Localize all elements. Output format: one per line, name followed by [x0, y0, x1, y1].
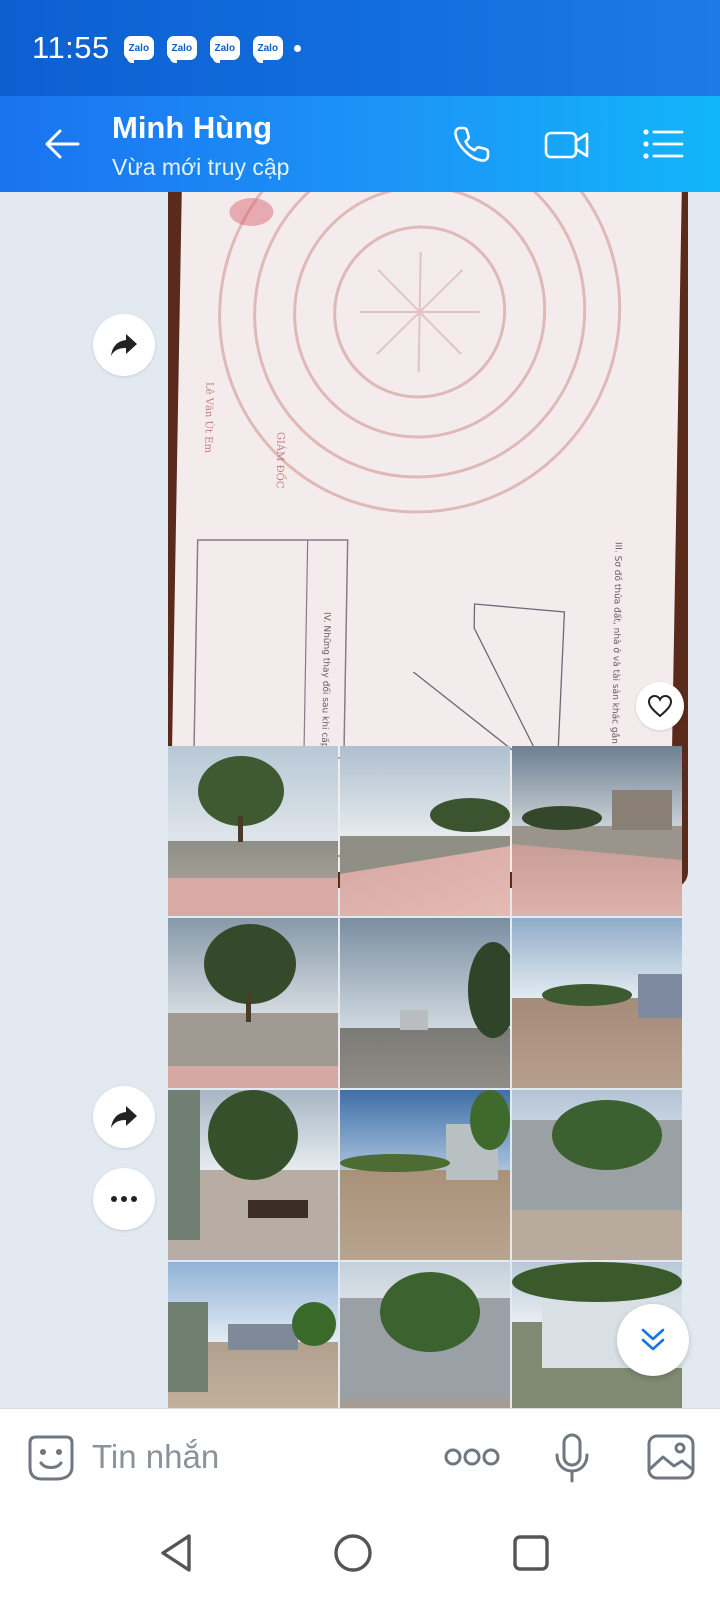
chat-header: Minh Hùng Vừa mới truy cập	[0, 96, 720, 192]
share-arrow-icon[interactable]	[93, 314, 155, 376]
grid-photo[interactable]	[512, 918, 682, 1088]
grid-photo[interactable]	[512, 746, 682, 916]
more-dots-icon[interactable]	[444, 1443, 500, 1471]
grid-photo[interactable]	[168, 918, 338, 1088]
system-navigation-bar	[0, 1504, 720, 1600]
grid-photo[interactable]	[340, 918, 510, 1088]
menu-list-icon[interactable]	[640, 120, 688, 168]
more-horizontal-icon[interactable]	[93, 1168, 155, 1230]
message-input[interactable]	[92, 1435, 392, 1479]
recents-square-icon[interactable]	[510, 1532, 552, 1574]
grid-photo[interactable]	[340, 1262, 510, 1408]
grid-photo[interactable]	[340, 1090, 510, 1260]
emoji-icon[interactable]	[26, 1433, 76, 1483]
double-chevron-down-icon[interactable]	[617, 1304, 689, 1376]
phone-icon[interactable]	[448, 120, 496, 168]
grid-photo[interactable]	[168, 1262, 338, 1408]
home-circle-icon[interactable]	[332, 1532, 374, 1574]
zalo-notification-icon: Zalo	[209, 36, 240, 63]
heart-icon[interactable]	[636, 682, 684, 730]
zalo-notification-icon: Zalo	[123, 36, 154, 63]
message-input-bar	[0, 1408, 720, 1504]
zalo-notification-icon: Zalo	[252, 36, 283, 63]
status-bar: 11:55 Zalo Zalo Zalo Zalo	[0, 0, 720, 96]
contact-status: Vừa mới truy cập	[112, 154, 290, 180]
grid-photo[interactable]	[512, 1090, 682, 1260]
status-time: 11:55	[32, 30, 110, 65]
chat-area[interactable]: IV. Những thay đổi sau khi cấp giấy chứn…	[0, 192, 720, 1408]
svg-text:Lê Văn Út Em: Lê Văn Út Em	[202, 382, 215, 453]
zalo-notification-icon: Zalo	[166, 36, 197, 63]
more-notifications-dot	[293, 44, 301, 52]
microphone-icon[interactable]	[554, 1433, 590, 1483]
video-call-icon[interactable]	[543, 120, 591, 168]
contact-name[interactable]: Minh Hùng	[112, 110, 272, 146]
grid-photo[interactable]	[168, 746, 338, 916]
svg-text:GIÁM ĐỐC: GIÁM ĐỐC	[274, 432, 288, 489]
grid-photo[interactable]	[168, 1090, 338, 1260]
grid-photo[interactable]	[340, 746, 510, 916]
gallery-icon[interactable]	[646, 1433, 696, 1481]
back-triangle-icon[interactable]	[155, 1532, 197, 1574]
back-arrow-icon[interactable]	[38, 120, 86, 168]
share-arrow-icon[interactable]	[93, 1086, 155, 1148]
